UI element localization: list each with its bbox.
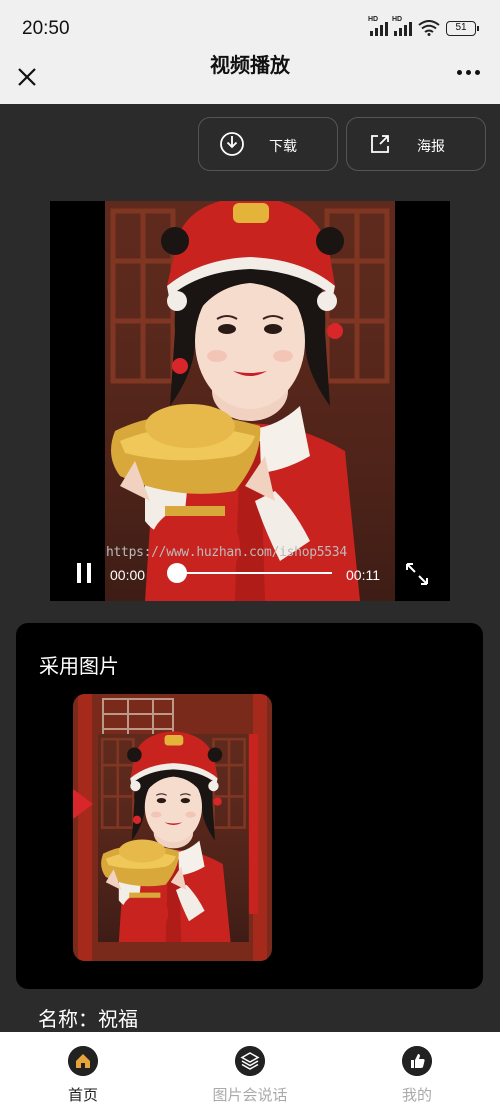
video-watermark: https://www.huzhan.com/ishop5534 — [106, 545, 347, 560]
name-line: 名称：祝福 — [38, 1003, 138, 1032]
source-image[interactable] — [73, 694, 272, 961]
status-icons: HD HD 51 — [368, 16, 479, 36]
pause-icon — [87, 563, 91, 583]
page-title: 视频播放 — [210, 55, 290, 77]
download-button[interactable]: 下载 — [198, 117, 338, 171]
tab-home[interactable]: 首页 — [0, 1032, 166, 1111]
name-label: 名称： — [38, 1009, 98, 1031]
dot-icon — [466, 70, 471, 75]
more-options-button[interactable] — [457, 70, 480, 75]
download-icon — [220, 132, 244, 156]
status-time: 20:50 — [22, 18, 70, 39]
tab-mine-label: 我的 — [401, 1087, 432, 1104]
signal-icon: HD — [392, 16, 412, 36]
seek-bar[interactable] — [168, 572, 332, 574]
pause-icon — [77, 563, 81, 583]
current-time: 00:00 — [110, 567, 146, 583]
signal-icon: HD — [368, 16, 388, 36]
tab-mine[interactable]: 我的 — [334, 1032, 500, 1111]
pause-button[interactable] — [77, 563, 97, 583]
title-bar: 视频播放 — [0, 52, 500, 104]
home-icon — [68, 1046, 98, 1076]
poster-button[interactable]: 海报 — [346, 117, 486, 171]
wifi-icon — [418, 20, 440, 36]
source-image-card: 采用图片 — [16, 623, 483, 989]
seek-thumb[interactable] — [167, 563, 187, 583]
layers-icon — [235, 1046, 265, 1076]
download-label: 下载 — [269, 138, 297, 154]
tab-home-label: 首页 — [67, 1087, 98, 1104]
card-title: 采用图片 — [39, 656, 119, 678]
hd-badge: HD — [392, 16, 403, 23]
poster-label: 海报 — [417, 138, 445, 154]
video-frame-image — [105, 201, 395, 601]
fullscreen-icon[interactable] — [404, 561, 430, 587]
name-value: 祝福 — [98, 1009, 138, 1031]
battery-icon: 51 — [446, 20, 479, 36]
dot-icon — [475, 70, 480, 75]
total-time: 00:11 — [346, 567, 380, 583]
video-player[interactable] — [50, 201, 450, 601]
share-icon — [371, 135, 389, 153]
hd-badge: HD — [368, 16, 379, 23]
bottom-tab-bar: 首页 图片会说话 我的 — [0, 1032, 500, 1111]
tab-talking-image[interactable]: 图片会说话 — [167, 1032, 333, 1111]
status-bar: 20:50 HD HD 51 — [0, 0, 500, 52]
thumbs-up-icon — [402, 1046, 432, 1076]
tab-talking-image-label: 图片会说话 — [212, 1087, 288, 1104]
dot-icon — [457, 70, 462, 75]
